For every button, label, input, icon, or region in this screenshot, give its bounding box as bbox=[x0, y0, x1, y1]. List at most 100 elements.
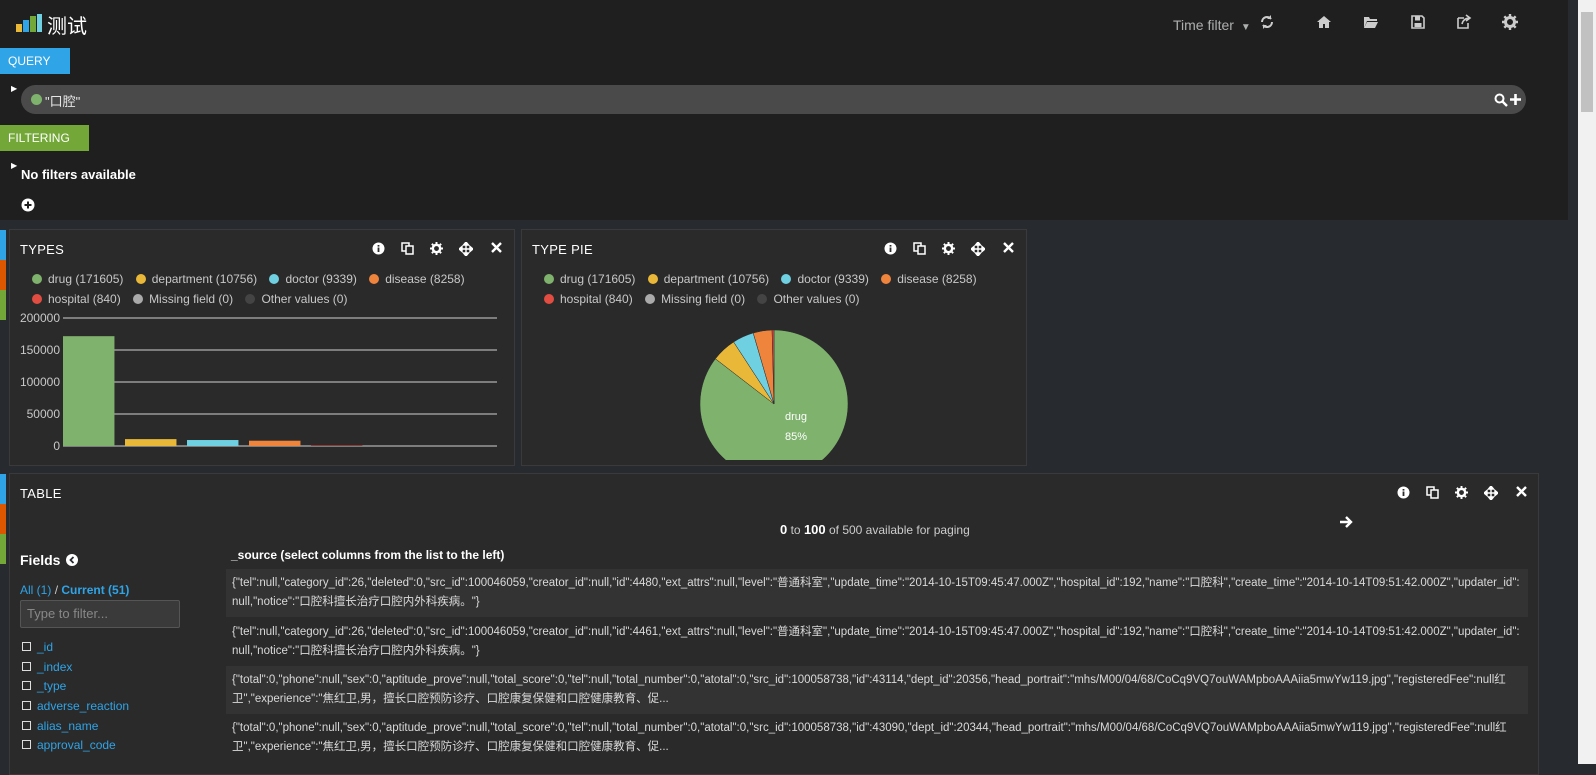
gear-icon[interactable] bbox=[942, 242, 955, 255]
search-icon[interactable] bbox=[1494, 93, 1508, 107]
legend-item[interactable]: drug (171605) bbox=[544, 272, 635, 286]
field-item[interactable]: alias_name bbox=[22, 719, 129, 739]
gear-icon[interactable] bbox=[1502, 14, 1518, 30]
add-filter-icon[interactable] bbox=[21, 198, 35, 212]
legend-dot bbox=[781, 274, 792, 284]
legend-dot bbox=[269, 274, 280, 284]
table-row[interactable]: {"total":0,"phone":null,"sex":0,"aptitud… bbox=[226, 714, 1528, 762]
field-item[interactable]: _id bbox=[22, 640, 129, 660]
legend-item[interactable]: hospital (840) bbox=[32, 292, 121, 306]
bar-hospital bbox=[311, 445, 363, 446]
source-column-header[interactable]: _source (select columns from the list to… bbox=[231, 548, 504, 562]
legend-dot bbox=[133, 294, 144, 304]
field-item[interactable]: adverse_reaction bbox=[22, 699, 129, 719]
legend-item[interactable]: drug (171605) bbox=[32, 272, 123, 286]
field-name[interactable]: alias_name bbox=[37, 719, 98, 733]
next-page-icon[interactable] bbox=[1339, 515, 1353, 529]
legend-item[interactable]: department (10756) bbox=[647, 272, 769, 286]
legend-item[interactable]: disease (8258) bbox=[369, 272, 465, 286]
legend-label: hospital (840) bbox=[48, 292, 121, 306]
legend: hospital (840) Missing field (0) Other v… bbox=[32, 292, 356, 306]
home-icon[interactable] bbox=[1316, 14, 1332, 30]
bar-doctor bbox=[187, 440, 239, 446]
legend-item[interactable]: doctor (9339) bbox=[269, 272, 357, 286]
field-name[interactable]: _type bbox=[37, 679, 66, 693]
duplicate-icon[interactable] bbox=[913, 242, 926, 255]
field-checkbox[interactable] bbox=[22, 720, 31, 730]
y-tick-label: 150000 bbox=[20, 343, 60, 357]
move-icon[interactable] bbox=[1484, 486, 1498, 500]
legend-item[interactable]: doctor (9339) bbox=[781, 272, 869, 286]
row-edge-marker bbox=[0, 260, 6, 290]
collapse-fields-icon[interactable] bbox=[66, 554, 79, 566]
folder-open-icon[interactable] bbox=[1363, 14, 1379, 30]
page-scrollbar[interactable] bbox=[1578, 0, 1596, 764]
query-color-dot[interactable] bbox=[31, 94, 42, 105]
close-icon[interactable] bbox=[1516, 486, 1527, 497]
duplicate-icon[interactable] bbox=[1426, 486, 1439, 499]
row-edge-marker bbox=[0, 534, 6, 564]
field-scope-toggle: All (1) / Current (51) bbox=[20, 583, 129, 597]
move-icon[interactable] bbox=[971, 242, 985, 256]
field-item[interactable]: _index bbox=[22, 660, 129, 680]
query-input[interactable]: "口腔" bbox=[45, 91, 80, 110]
legend-dot bbox=[881, 274, 892, 284]
add-query-icon[interactable] bbox=[1509, 93, 1522, 106]
time-filter-dropdown[interactable]: Time filter ▼ bbox=[1173, 17, 1251, 33]
field-name[interactable]: adverse_reaction bbox=[37, 699, 129, 713]
all-fields-link[interactable]: All (1) bbox=[20, 583, 51, 597]
panel-title: TABLE bbox=[20, 486, 62, 501]
close-icon[interactable] bbox=[491, 242, 502, 253]
legend-item[interactable]: department (10756) bbox=[135, 272, 258, 286]
field-item[interactable]: _type bbox=[22, 679, 129, 699]
query-toggle-button[interactable]: QUERY ▶ bbox=[0, 48, 70, 93]
bar-drug bbox=[63, 336, 115, 446]
query-label: QUERY bbox=[8, 54, 51, 68]
table-row[interactable]: {"tel":null,"category_id":26,"deleted":0… bbox=[226, 569, 1528, 617]
current-fields-link[interactable]: Current (51) bbox=[61, 583, 129, 597]
field-name[interactable]: approval_code bbox=[37, 738, 116, 752]
field-item[interactable]: approval_code bbox=[22, 738, 129, 758]
legend-item[interactable]: Missing field (0) bbox=[133, 292, 233, 306]
legend-item[interactable]: hospital (840) bbox=[544, 292, 633, 306]
no-filters-text: No filters available bbox=[21, 167, 136, 182]
info-icon[interactable] bbox=[372, 242, 385, 255]
legend-dot bbox=[369, 274, 380, 284]
field-name[interactable]: _id bbox=[37, 640, 53, 654]
legend-item[interactable]: Other values (0) bbox=[757, 292, 859, 306]
field-checkbox[interactable] bbox=[22, 701, 31, 711]
move-icon[interactable] bbox=[459, 242, 473, 256]
filtering-toggle-button[interactable]: FILTERING ▶ bbox=[0, 125, 89, 170]
field-filter-input[interactable]: Type to filter... bbox=[20, 600, 180, 628]
info-icon[interactable] bbox=[1397, 486, 1410, 499]
field-checkbox[interactable] bbox=[22, 740, 31, 750]
y-tick-label: 0 bbox=[53, 439, 60, 453]
gear-icon[interactable] bbox=[1455, 486, 1468, 499]
gear-icon[interactable] bbox=[430, 242, 443, 255]
legend: drug (171605) department (10756) doctor … bbox=[32, 272, 474, 286]
paging-info: 0 to 100 of 500 available for paging bbox=[780, 522, 970, 537]
scrollbar-thumb[interactable] bbox=[1581, 12, 1593, 112]
field-name[interactable]: _index bbox=[37, 660, 72, 674]
top-bar: 测试 Time filter ▼ QUERY ▶ "口腔" FILTERING … bbox=[0, 0, 1568, 220]
table-row[interactable]: {"total":0,"phone":null,"sex":0,"aptitud… bbox=[226, 666, 1528, 714]
refresh-icon[interactable] bbox=[1259, 14, 1275, 30]
duplicate-icon[interactable] bbox=[401, 242, 414, 255]
caret-right-icon: ▶ bbox=[11, 161, 18, 170]
legend-item[interactable]: Missing field (0) bbox=[645, 292, 745, 306]
legend-label: Other values (0) bbox=[261, 292, 348, 306]
legend-label: department (10756) bbox=[151, 272, 258, 286]
share-icon[interactable] bbox=[1456, 14, 1472, 30]
field-checkbox[interactable] bbox=[22, 661, 31, 671]
legend-item[interactable]: disease (8258) bbox=[881, 272, 977, 286]
field-checkbox[interactable] bbox=[22, 642, 31, 651]
legend-item[interactable]: Other values (0) bbox=[245, 292, 347, 306]
close-icon[interactable] bbox=[1003, 242, 1014, 253]
table-row[interactable]: {"tel":null,"category_id":26,"deleted":0… bbox=[226, 618, 1528, 666]
row-edge-marker bbox=[0, 230, 6, 260]
field-checkbox[interactable] bbox=[22, 681, 31, 691]
info-icon[interactable] bbox=[884, 242, 897, 255]
save-icon[interactable] bbox=[1410, 14, 1426, 30]
logo-icon bbox=[16, 14, 42, 32]
legend-label: doctor (9339) bbox=[285, 272, 357, 286]
